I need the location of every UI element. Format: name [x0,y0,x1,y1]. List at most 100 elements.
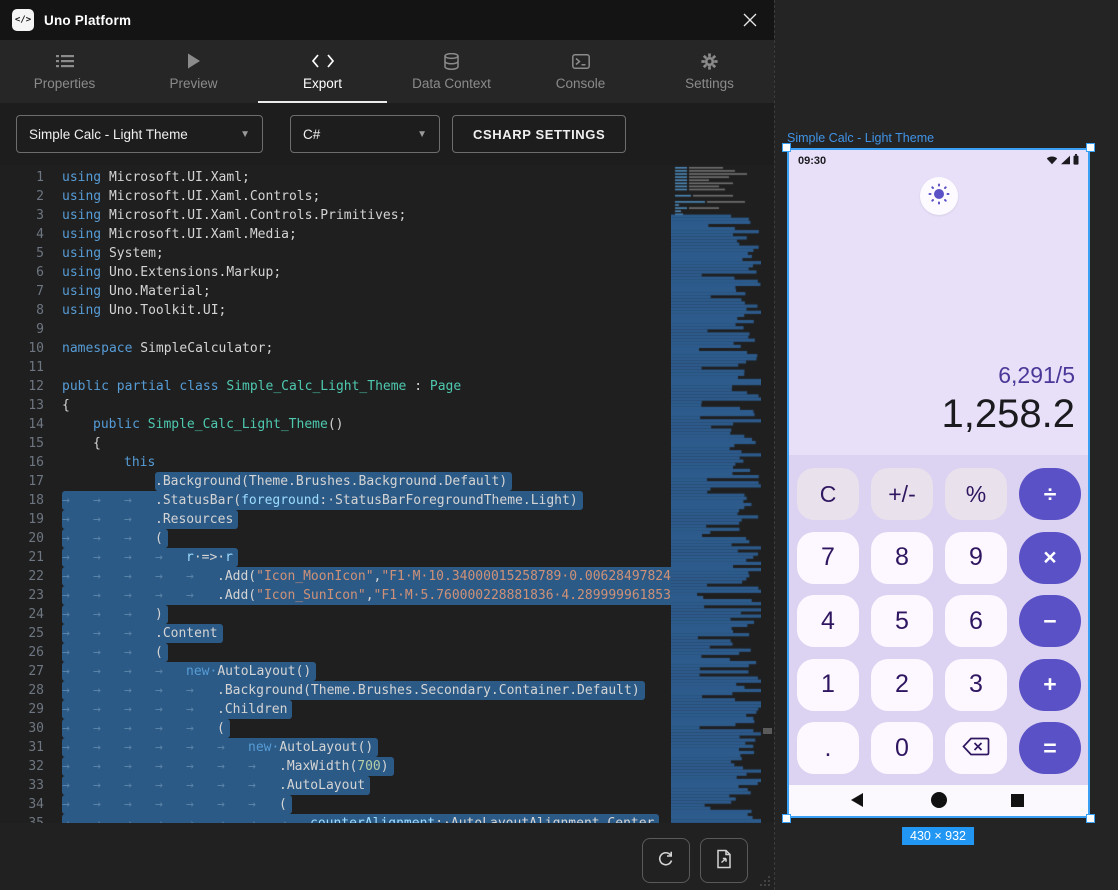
calc-button-=[interactable]: = [1019,722,1081,774]
selection-handle[interactable] [1086,814,1095,823]
line-number: 33 [18,776,44,795]
calc-button-backspace[interactable] [945,722,1007,774]
calc-button-7[interactable]: 7 [797,532,859,584]
line-number: 3 [18,206,44,225]
code-line[interactable]: 6using Uno.Extensions.Markup; [0,263,671,282]
code-line[interactable]: 33→→→→→→→.AutoLayout [0,776,671,795]
code-line[interactable]: 29→→→→→.Children [0,700,671,719]
calc-button-×[interactable]: × [1019,532,1081,584]
export-to-file-button[interactable] [700,838,748,883]
code-line[interactable]: 13{ [0,396,671,415]
resize-grip-icon[interactable] [756,872,772,888]
calc-button-4[interactable]: 4 [797,595,859,647]
home-icon[interactable] [931,792,947,808]
code-content: 1using Microsoft.UI.Xaml;2using Microsof… [0,168,671,823]
uno-platform-window: </> Uno Platform PropertiesPreviewExport… [0,0,1118,890]
play-icon [187,52,201,70]
code-editor[interactable]: 1using Microsoft.UI.Xaml;2using Microsof… [0,165,774,823]
code-line[interactable]: 4using Microsoft.UI.Xaml.Media; [0,225,671,244]
calc-button-6[interactable]: 6 [945,595,1007,647]
minimap[interactable] [671,165,761,823]
back-icon[interactable] [851,793,863,807]
code-line[interactable]: 30→→→→→( [0,719,671,738]
refresh-button[interactable] [642,838,690,883]
line-number: 13 [18,396,44,415]
code-line[interactable]: 19→→→.Resources [0,510,671,529]
code-line[interactable]: 3using Microsoft.UI.Xaml.Controls.Primit… [0,206,671,225]
code-line[interactable]: 24→→→) [0,605,671,624]
recents-icon[interactable] [1011,794,1024,807]
selection-handle[interactable] [782,814,791,823]
language-select[interactable]: C# ▼ [290,115,440,153]
calc-button-+[interactable]: + [1019,659,1081,711]
calc-button-8[interactable]: 8 [871,532,933,584]
code-line[interactable]: 5using System; [0,244,671,263]
code-line[interactable]: 21→→→→r·=>·r [0,548,671,567]
code-line[interactable]: 9 [0,320,671,339]
tab-export[interactable]: Export [258,40,387,103]
code-line[interactable]: 11 [0,358,671,377]
calc-button-2[interactable]: 2 [871,659,933,711]
code-line[interactable]: 35→→→→→→→→counterAlignment:·AutoLayoutAl… [0,814,671,823]
close-icon[interactable] [739,9,761,31]
line-number: 26 [18,643,44,662]
code-line[interactable]: 8using Uno.Toolkit.UI; [0,301,671,320]
battery-icon [1073,152,1079,170]
code-line[interactable]: 22→→→→→.Add("Icon_MoonIcon","F1·M·10.340… [0,567,671,586]
code-line[interactable]: 26→→→( [0,643,671,662]
sun-icon [928,183,950,210]
calc-button-0[interactable]: 0 [871,722,933,774]
status-time: 09:30 [798,155,826,167]
tab-console[interactable]: Console [516,40,645,103]
calc-button-+/-[interactable]: +/- [871,468,933,520]
code-line[interactable]: 15{ [0,434,671,453]
code-line[interactable]: 16this [0,453,671,472]
code-line[interactable]: 2using Microsoft.UI.Xaml.Controls; [0,187,671,206]
database-icon [444,52,459,70]
terminal-icon [572,52,590,70]
line-number: 25 [18,624,44,643]
calc-button-−[interactable]: − [1019,595,1081,647]
code-line[interactable]: 14public Simple_Calc_Light_Theme() [0,415,671,434]
calc-button-.[interactable]: . [797,722,859,774]
theme-toggle-button[interactable] [920,177,958,215]
code-line[interactable]: 32→→→→→→→.MaxWidth(700) [0,757,671,776]
code-line[interactable]: 23→→→→→.Add("Icon_SunIcon","F1·M·5.76000… [0,586,671,605]
tab-properties[interactable]: Properties [0,40,129,103]
code-line[interactable]: 27→→→→new·AutoLayout() [0,662,671,681]
code-line[interactable]: 17.Background(Theme.Brushes.Background.D… [0,472,671,491]
tab-data-context[interactable]: Data Context [387,40,516,103]
device-frame[interactable]: 09:30 [787,148,1090,818]
line-number: 14 [18,415,44,434]
code-line[interactable]: 1using Microsoft.UI.Xaml; [0,168,671,187]
line-number: 22 [18,567,44,586]
tab-settings[interactable]: Settings [645,40,774,103]
code-line[interactable]: 10namespace SimpleCalculator; [0,339,671,358]
calc-button-%[interactable]: % [945,468,1007,520]
code-line[interactable]: 7using Uno.Material; [0,282,671,301]
code-line[interactable]: 34→→→→→→→( [0,795,671,814]
selection-handle[interactable] [782,143,791,152]
theme-select[interactable]: Simple Calc - Light Theme ▼ [16,115,263,153]
calc-button-9[interactable]: 9 [945,532,1007,584]
code-line[interactable]: 28→→→→→.Background(Theme.Brushes.Seconda… [0,681,671,700]
scrollbar-thumb[interactable] [763,728,772,734]
code-line[interactable]: 18→→→.StatusBar(foreground:·StatusBarFor… [0,491,671,510]
code-line[interactable]: 25→→→.Content [0,624,671,643]
csharp-settings-button[interactable]: CSHARP SETTINGS [452,115,626,153]
tab-preview[interactable]: Preview [129,40,258,103]
calc-button-C[interactable]: C [797,468,859,520]
theme-select-value: Simple Calc - Light Theme [29,127,188,142]
code-line[interactable]: 31→→→→→→new·AutoLayout() [0,738,671,757]
line-number: 24 [18,605,44,624]
calc-button-1[interactable]: 1 [797,659,859,711]
code-line[interactable]: 12public partial class Simple_Calc_Light… [0,377,671,396]
tab-label: Console [556,76,606,91]
calc-button-3[interactable]: 3 [945,659,1007,711]
line-number: 28 [18,681,44,700]
calc-button-÷[interactable]: ÷ [1019,468,1081,520]
selection-handle[interactable] [1086,143,1095,152]
code-line[interactable]: 20→→→( [0,529,671,548]
calc-button-5[interactable]: 5 [871,595,933,647]
device-label[interactable]: Simple Calc - Light Theme [787,131,934,145]
